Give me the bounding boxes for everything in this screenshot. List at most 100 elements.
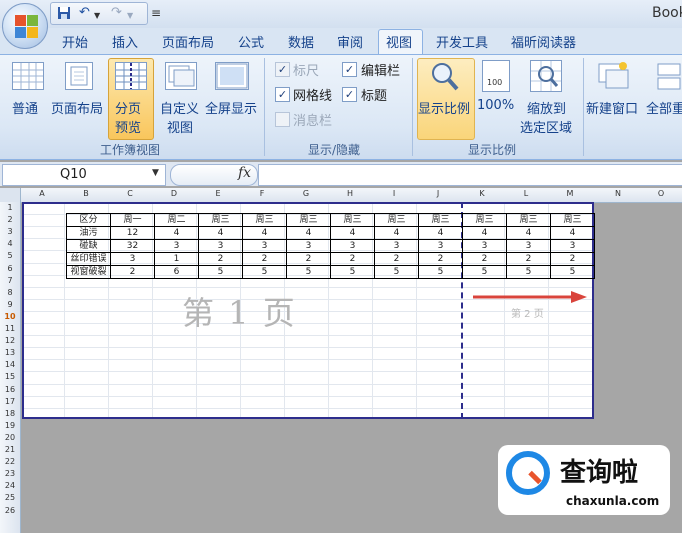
table-cell[interactable]: 3 [154, 239, 199, 253]
row-label-cell[interactable]: 区分 [66, 213, 111, 227]
tab-foxit-reader[interactable]: 福昕阅读器 [511, 32, 576, 51]
table-cell[interactable]: 3 [550, 239, 595, 253]
table-cell[interactable]: 3 [286, 239, 331, 253]
headings-checkbox[interactable]: ✓ [342, 87, 357, 102]
table-cell[interactable]: 2 [550, 252, 595, 266]
row-header[interactable]: 18 [0, 409, 20, 418]
zoom-100-button[interactable]: 100% [477, 98, 514, 113]
table-cell[interactable]: 周三 [506, 213, 551, 227]
formula-input[interactable] [258, 164, 682, 186]
row-header[interactable]: 1 [0, 203, 20, 212]
table-cell[interactable]: 周三 [550, 213, 595, 227]
table-cell[interactable]: 4 [506, 226, 551, 240]
table-cell[interactable]: 2 [198, 252, 243, 266]
table-cell[interactable]: 5 [550, 265, 595, 279]
table-cell[interactable]: 3 [330, 239, 375, 253]
table-cell[interactable]: 周三 [418, 213, 463, 227]
table-cell[interactable]: 周一 [110, 213, 155, 227]
row-header[interactable]: 23 [0, 469, 20, 478]
table-cell[interactable]: 周三 [330, 213, 375, 227]
table-cell[interactable]: 2 [374, 252, 419, 266]
row-header[interactable]: 15 [0, 372, 20, 381]
column-header[interactable]: E [196, 189, 240, 198]
message-bar-checkbox[interactable] [275, 112, 290, 127]
row-header[interactable]: 12 [0, 336, 20, 345]
select-all-corner[interactable] [0, 188, 21, 202]
table-cell[interactable]: 4 [242, 226, 287, 240]
table-cell[interactable]: 4 [550, 226, 595, 240]
table-cell[interactable]: 4 [198, 226, 243, 240]
table-cell[interactable]: 3 [374, 239, 419, 253]
row-header[interactable]: 17 [0, 397, 20, 406]
table-cell[interactable]: 2 [506, 252, 551, 266]
table-cell[interactable]: 12 [110, 226, 155, 240]
table-cell[interactable]: 周三 [242, 213, 287, 227]
tab-data[interactable]: 数据 [288, 32, 314, 51]
page-layout-view-button[interactable]: 页面布局 [51, 98, 103, 117]
row-header[interactable]: 2 [0, 215, 20, 224]
row-header[interactable]: 24 [0, 481, 20, 490]
row-label-cell[interactable]: 丝印错误 [66, 252, 111, 266]
column-header[interactable]: N [596, 189, 640, 198]
row-header[interactable]: 3 [0, 227, 20, 236]
row-header[interactable]: 4 [0, 239, 20, 248]
tab-review[interactable]: 审阅 [337, 32, 363, 51]
column-header[interactable]: C [108, 189, 152, 198]
table-cell[interactable]: 周三 [286, 213, 331, 227]
normal-view-button[interactable]: 普通 [12, 98, 38, 117]
column-header[interactable]: G [284, 189, 328, 198]
column-header[interactable]: B [64, 189, 108, 198]
column-header[interactable]: K [460, 189, 504, 198]
tab-page-layout[interactable]: 页面布局 [162, 32, 214, 51]
insert-function-icon[interactable]: fx [238, 165, 251, 181]
row-header[interactable]: 6 [0, 264, 20, 273]
table-cell[interactable]: 3 [110, 252, 155, 266]
table-cell[interactable]: 4 [462, 226, 507, 240]
column-header[interactable]: L [504, 189, 548, 198]
row-label-cell[interactable]: 碰缺 [66, 239, 111, 253]
redo-dropdown-icon[interactable]: ▼ [127, 9, 133, 23]
formula-bar-checkbox[interactable]: ✓ [342, 62, 357, 77]
full-screen-button[interactable]: 全屏显示 [205, 98, 257, 117]
custom-views-label-line1[interactable]: 自定义 [160, 98, 199, 117]
zoom-selection-label-line1[interactable]: 缩放到 [527, 98, 566, 117]
row-header[interactable]: 21 [0, 445, 20, 454]
column-header[interactable]: O [640, 189, 682, 198]
table-cell[interactable]: 3 [506, 239, 551, 253]
row-header[interactable]: 26 [0, 506, 20, 515]
table-cell[interactable]: 2 [286, 252, 331, 266]
row-header[interactable]: 13 [0, 348, 20, 357]
row-header[interactable]: 8 [0, 288, 20, 297]
table-cell[interactable]: 5 [462, 265, 507, 279]
column-header[interactable]: F [240, 189, 284, 198]
table-cell[interactable]: 3 [418, 239, 463, 253]
table-cell[interactable]: 周二 [154, 213, 199, 227]
gridlines-checkbox[interactable]: ✓ [275, 87, 290, 102]
table-cell[interactable]: 4 [154, 226, 199, 240]
table-cell[interactable]: 3 [462, 239, 507, 253]
table-cell[interactable]: 5 [330, 265, 375, 279]
tab-view[interactable]: 视图 [386, 32, 412, 51]
row-header[interactable]: 20 [0, 433, 20, 442]
table-cell[interactable]: 5 [418, 265, 463, 279]
row-header[interactable]: 16 [0, 385, 20, 394]
table-cell[interactable]: 3 [198, 239, 243, 253]
column-header[interactable]: H [328, 189, 372, 198]
row-header[interactable]: 11 [0, 324, 20, 333]
table-cell[interactable]: 5 [198, 265, 243, 279]
row-header[interactable]: 9 [0, 300, 20, 309]
table-cell[interactable]: 4 [418, 226, 463, 240]
ruler-checkbox[interactable]: ✓ [275, 62, 290, 77]
column-header[interactable]: A [20, 189, 64, 198]
table-cell[interactable]: 1 [154, 252, 199, 266]
table-cell[interactable]: 周三 [198, 213, 243, 227]
custom-views-label-line2[interactable]: 视图 [167, 117, 193, 136]
column-header[interactable]: J [416, 189, 460, 198]
new-window-button[interactable]: 新建窗口 [586, 98, 638, 117]
name-box-dropdown-icon[interactable]: ▼ [152, 168, 159, 178]
table-cell[interactable]: 周三 [374, 213, 419, 227]
save-icon[interactable] [57, 6, 71, 24]
tab-insert[interactable]: 插入 [112, 32, 138, 51]
undo-icon[interactable]: ↶ [79, 6, 90, 20]
column-header[interactable]: M [548, 189, 592, 198]
